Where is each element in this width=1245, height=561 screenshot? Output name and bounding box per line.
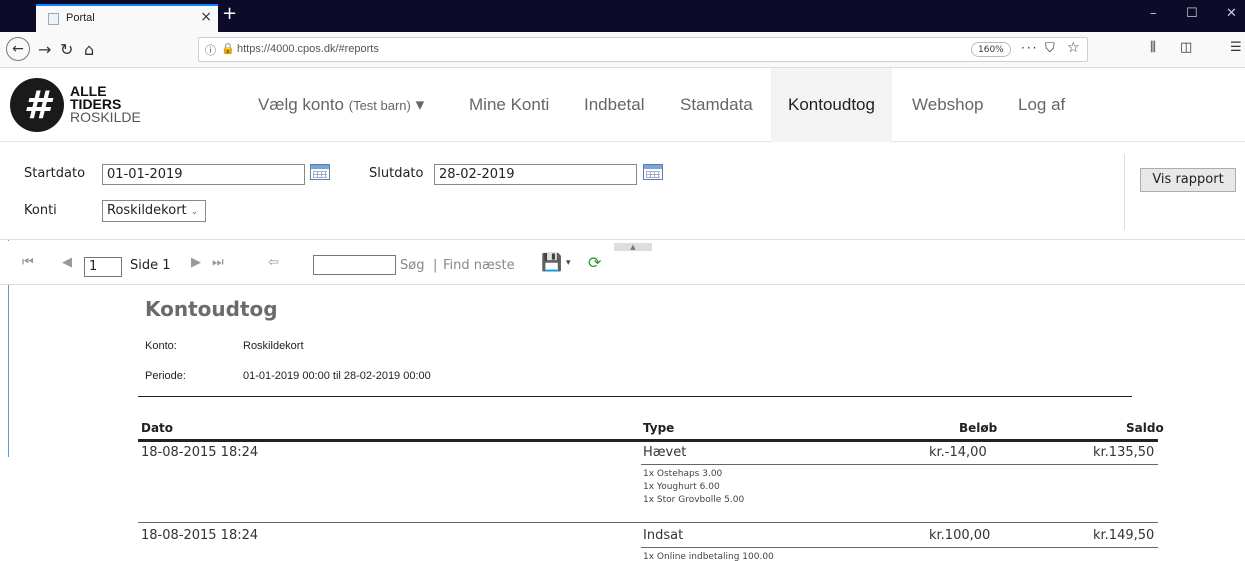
logo-text[interactable]: ALLE TIDERS ROSKILDE	[70, 84, 141, 125]
nav-kontoudtog[interactable]: Kontoudtog	[771, 68, 892, 142]
header-divider	[138, 396, 1132, 397]
chevron-down-icon: ⌄	[190, 207, 199, 217]
collapse-params-icon[interactable]: ▲	[614, 243, 652, 251]
url-text[interactable]: https://4000.cpos.dk/#reports	[237, 43, 379, 55]
show-report-button[interactable]: Vis rapport	[1140, 168, 1236, 192]
browser-tab-bar: Portal × + – ☐ ✕	[0, 0, 1245, 32]
nav-select-account-label: Vælg konto	[258, 95, 344, 114]
nav-webshop[interactable]: Webshop	[895, 68, 1001, 142]
page-favicon-icon	[48, 13, 59, 25]
start-date-label: Startdato	[24, 166, 86, 181]
nav-stamdata[interactable]: Stamdata	[663, 68, 770, 142]
col-balance: Saldo	[1126, 421, 1164, 435]
row-2-balance: kr.149,50	[1093, 528, 1155, 543]
account-label: Konti	[24, 203, 57, 218]
sidebar-icon[interactable]: ◫	[1180, 40, 1192, 55]
row-2-item: 1x Online indbetaling 100.00	[643, 552, 774, 561]
nav-select-account[interactable]: Vælg konto (Test barn) ▾	[241, 68, 441, 142]
page-number-input[interactable]: 1	[84, 257, 122, 277]
table-header-rule	[138, 439, 1158, 442]
bookmark-star-icon[interactable]: ☆	[1067, 40, 1080, 56]
account-key: Konto:	[145, 340, 177, 352]
row-1-rule	[641, 464, 1158, 465]
end-date-input[interactable]: 28-02-2019	[434, 164, 637, 185]
next-page-icon[interactable]: ▶	[191, 255, 201, 270]
pocket-icon[interactable]: ⛉	[1045, 41, 1055, 56]
account-value: Roskildekort	[243, 340, 304, 352]
zoom-badge[interactable]: 160%	[971, 42, 1011, 57]
col-amount: Beløb	[959, 421, 998, 435]
nav-log-af[interactable]: Log af	[1001, 68, 1082, 142]
account-select[interactable]: Roskildekort ⌄	[102, 200, 206, 222]
period-value: 01-01-2019 00:00 til 28-02-2019 00:00	[243, 370, 431, 382]
tab-title: Portal	[66, 12, 95, 24]
last-page-icon[interactable]: ⏭	[212, 255, 224, 270]
row-1-items: 1x Ostehaps 3.00 1x Youghurt 6.00 1x Sto…	[643, 468, 744, 507]
chevron-down-icon: ▾	[415, 95, 425, 114]
nav-indbetal[interactable]: Indbetal	[567, 68, 662, 142]
row-1-type: Hævet	[643, 445, 687, 460]
browser-tab[interactable]: Portal ×	[36, 4, 218, 32]
library-icon[interactable]: ⫼	[1150, 40, 1156, 55]
address-bar[interactable]: ⓘ 🔒 https://4000.cpos.dk/#reports 160% ·…	[198, 37, 1088, 62]
start-calendar-icon[interactable]	[310, 164, 330, 180]
report-parameters: Startdato 01-01-2019 Slutdato 28-02-2019…	[0, 142, 1245, 240]
home-icon[interactable]: ⌂	[84, 40, 94, 59]
search-link[interactable]: Søg	[400, 258, 424, 273]
previous-page-icon[interactable]: ◀	[62, 255, 72, 270]
reload-icon[interactable]: ↻	[60, 40, 73, 59]
page-count-label: Side 1	[130, 258, 171, 273]
first-page-icon[interactable]: ⏮	[22, 255, 34, 270]
row-1-item: 1x Ostehaps 3.00	[643, 469, 723, 479]
report-toolbar: ▲ ⏮ ◀ 1 Side 1 ▶ ⏭ ⇦ Søg | Find næste 💾 …	[0, 241, 1245, 285]
export-save-icon[interactable]: 💾	[541, 253, 562, 273]
row-divider	[138, 522, 1158, 523]
start-date-input[interactable]: 01-01-2019	[102, 164, 305, 185]
row-1-balance: kr.135,50	[1093, 445, 1155, 460]
close-tab-icon[interactable]: ×	[200, 9, 212, 25]
row-2-type: Indsat	[643, 528, 684, 543]
logo-hash-icon[interactable]: #	[10, 78, 64, 132]
row-2-amount: kr.100,00	[929, 528, 991, 543]
row-2-rule	[641, 547, 1158, 548]
browser-nav-bar: ← → ↻ ⌂ ⓘ 🔒 https://4000.cpos.dk/#report…	[0, 32, 1245, 68]
account-select-value: Roskildekort	[107, 203, 187, 218]
forward-arrow-icon[interactable]: →	[38, 40, 51, 59]
back-to-parent-icon[interactable]: ⇦	[268, 255, 279, 270]
toolbar-separator: |	[433, 258, 438, 273]
app-header: # ALLE TIDERS ROSKILDE Vælg konto (Test …	[0, 68, 1245, 142]
col-date: Dato	[141, 421, 174, 435]
row-1-date: 18-08-2015 18:24	[141, 445, 259, 460]
lock-icon[interactable]: 🔒	[221, 42, 235, 55]
report-title: Kontoudtog	[145, 297, 278, 321]
params-divider	[1124, 154, 1125, 230]
period-key: Periode:	[145, 370, 186, 382]
refresh-icon[interactable]: ⟳	[588, 253, 601, 272]
find-next-link[interactable]: Find næste	[443, 258, 515, 273]
row-1-amount: kr.-14,00	[929, 445, 987, 460]
search-input[interactable]	[313, 255, 396, 275]
maximize-icon[interactable]: ☐	[1186, 6, 1198, 21]
page-actions-icon[interactable]: ···	[1021, 41, 1038, 55]
col-type: Type	[643, 421, 675, 435]
window-close-icon[interactable]: ✕	[1226, 6, 1237, 21]
row-1-item: 1x Stor Grovbolle 5.00	[643, 495, 745, 505]
logo-line-3: ROSKILDE	[70, 109, 141, 125]
minimize-icon[interactable]: –	[1150, 6, 1157, 21]
menu-icon[interactable]: ☰	[1230, 40, 1242, 55]
back-arrow-icon[interactable]: ←	[6, 37, 30, 61]
end-calendar-icon[interactable]	[643, 164, 663, 180]
row-2-items: 1x Online indbetaling 100.00	[643, 551, 774, 561]
info-icon[interactable]: ⓘ	[205, 42, 216, 58]
row-1-item: 1x Youghurt 6.00	[643, 482, 720, 492]
export-dropdown-icon[interactable]: ▾	[566, 258, 571, 268]
row-2-date: 18-08-2015 18:24	[141, 528, 259, 543]
new-tab-icon[interactable]: +	[222, 3, 237, 24]
nav-mine-konti[interactable]: Mine Konti	[452, 68, 566, 142]
nav-select-account-sub: (Test barn)	[348, 98, 411, 113]
end-date-label: Slutdato	[369, 166, 424, 181]
